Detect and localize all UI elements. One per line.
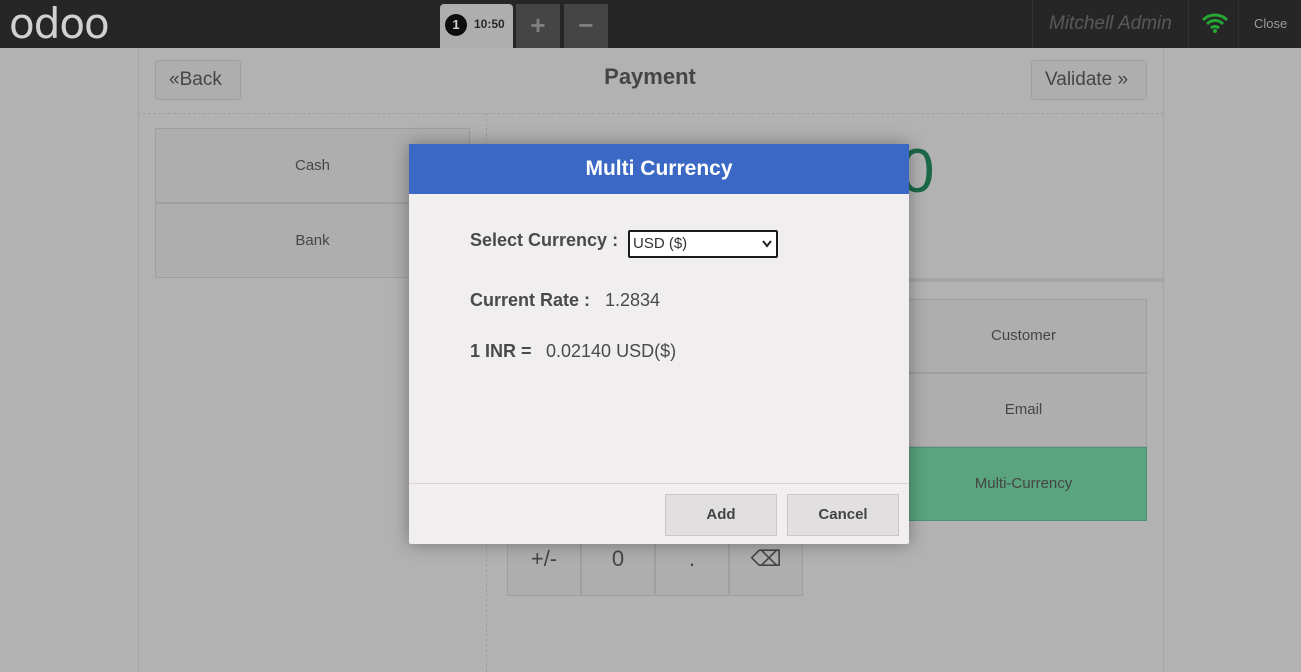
current-rate-value: 1.2834	[605, 290, 661, 310]
add-button[interactable]: Add	[665, 494, 777, 536]
conversion-value: 0.02140 USD($)	[546, 341, 677, 361]
multi-currency-dialog: Multi Currency Select Currency : USD ($)…	[409, 144, 909, 544]
chevron-down-icon	[762, 240, 772, 248]
current-rate-label: Current Rate :	[470, 290, 591, 310]
conversion-label: 1 INR =	[470, 341, 532, 361]
dialog-title: Multi Currency	[409, 144, 909, 194]
cancel-button[interactable]: Cancel	[787, 494, 899, 536]
dialog-footer	[409, 483, 909, 484]
select-currency-label: Select Currency :	[470, 230, 619, 250]
currency-selected-value: USD ($)	[633, 235, 688, 252]
currency-select[interactable]: USD ($)	[628, 230, 778, 258]
